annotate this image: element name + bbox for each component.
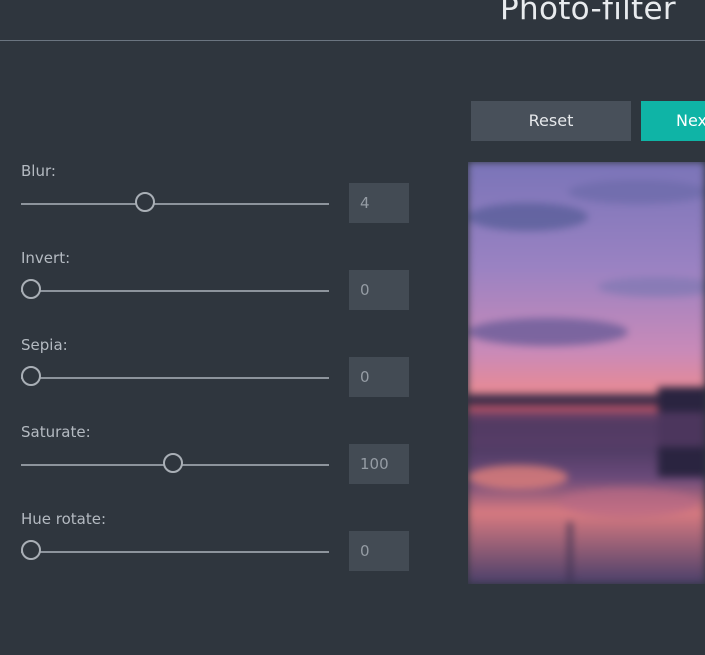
saturate-slider-thumb[interactable]: [163, 453, 183, 473]
reset-button[interactable]: Reset: [471, 101, 631, 141]
sepia-slider[interactable]: [21, 366, 329, 386]
page-title: Photo-filter: [500, 0, 676, 27]
hue-rotate-slider[interactable]: [21, 540, 329, 560]
header: Photo-filter: [0, 0, 705, 41]
invert-control: Invert: 0: [0, 249, 440, 329]
hue-rotate-value[interactable]: 0: [349, 531, 409, 571]
photo-preview: [468, 162, 705, 584]
saturate-value[interactable]: 100: [349, 444, 409, 484]
saturate-control: Saturate: 100: [0, 423, 440, 503]
blur-slider-thumb[interactable]: [134, 192, 155, 212]
sepia-slider-thumb[interactable]: [21, 366, 41, 386]
sunset-photo: [468, 162, 705, 584]
blur-label: Blur:: [21, 162, 56, 180]
hue-rotate-control: Hue rotate: 0: [0, 510, 440, 590]
blur-control: Blur: 4: [0, 162, 440, 242]
hue-rotate-slider-thumb[interactable]: [21, 540, 41, 560]
invert-value[interactable]: 0: [349, 270, 409, 310]
hue-rotate-label: Hue rotate:: [21, 510, 107, 528]
invert-slider-thumb[interactable]: [21, 279, 41, 299]
next-button[interactable]: Next: [641, 101, 705, 141]
invert-slider[interactable]: [21, 279, 329, 299]
sepia-control: Sepia: 0: [0, 336, 440, 416]
invert-label: Invert:: [21, 249, 71, 267]
saturate-slider[interactable]: [21, 453, 329, 473]
sepia-label: Sepia:: [21, 336, 68, 354]
saturate-label: Saturate:: [21, 423, 91, 441]
blur-slider[interactable]: [21, 192, 329, 212]
sepia-value[interactable]: 0: [349, 357, 409, 397]
blur-value[interactable]: 4: [349, 183, 409, 223]
